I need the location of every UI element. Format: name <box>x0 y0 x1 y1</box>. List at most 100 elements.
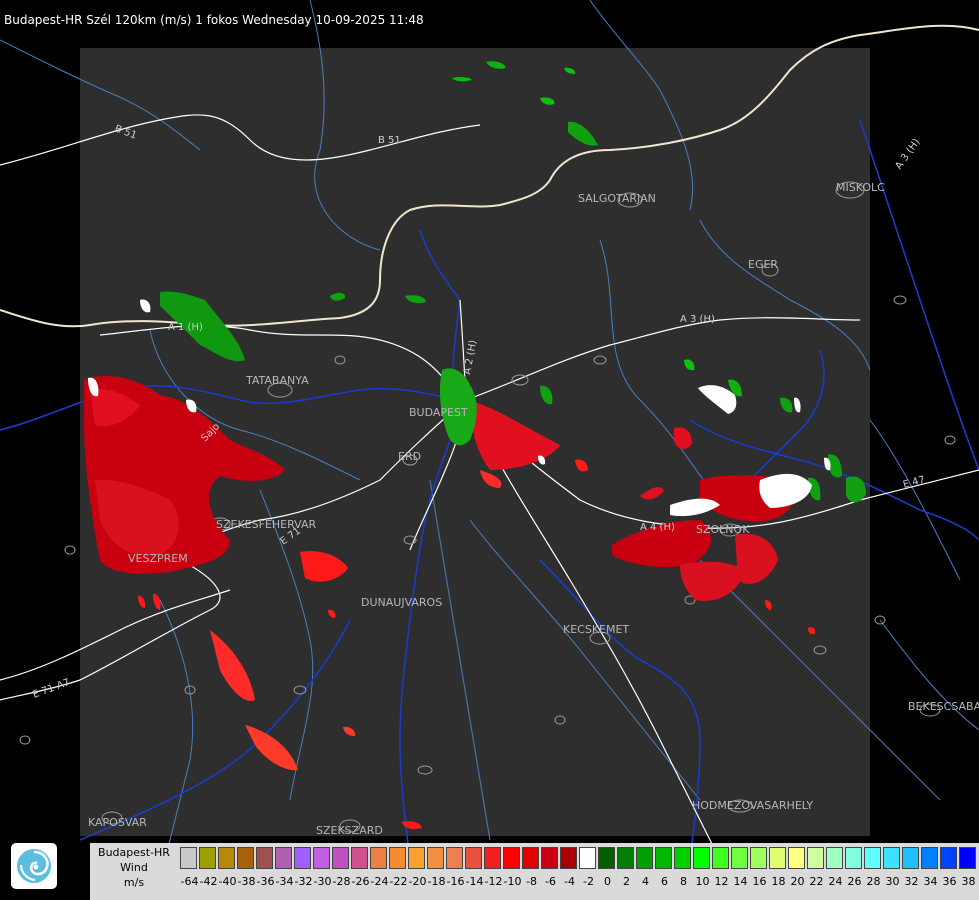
legend-swatch <box>180 847 197 869</box>
legend-swatch <box>351 847 368 869</box>
legend-tick-label: -64 <box>180 875 199 888</box>
legend-tick-label: -6 <box>545 875 556 888</box>
city-label: BUDAPEST <box>409 406 468 419</box>
road-label: A 3 (H) <box>680 314 715 325</box>
legend-swatch <box>275 847 292 869</box>
legend-swatch <box>579 847 596 869</box>
legend-swatch <box>237 847 254 869</box>
legend-tick-label: -18 <box>427 875 446 888</box>
legend-swatch <box>389 847 406 869</box>
legend-swatch <box>256 847 273 869</box>
legend-tick-label: -42 <box>199 875 218 888</box>
legend-swatch <box>446 847 463 869</box>
legend-tick-label: -10 <box>503 875 522 888</box>
legend-swatch <box>902 847 919 869</box>
city-label: SZOLNOK <box>696 523 750 536</box>
legend-tick-label: 26 <box>847 875 862 888</box>
legend-unit: m/s <box>123 876 145 889</box>
road-label: B 51 <box>378 135 401 146</box>
legend-swatch <box>921 847 938 869</box>
legend-swatch <box>883 847 900 869</box>
city-label: SALGOTARJAN <box>578 192 656 205</box>
legend-tick-label: 20 <box>790 875 805 888</box>
legend-swatch <box>674 847 691 869</box>
legend-tick-label: 34 <box>923 875 938 888</box>
legend-tick-label: 36 <box>942 875 957 888</box>
legend-tick-label: -32 <box>294 875 313 888</box>
road-label: A 4 (H) <box>640 522 675 533</box>
legend-tick-label: -26 <box>351 875 370 888</box>
legend-label: Budapest-HR Wind m/s <box>90 845 178 890</box>
legend-tick-label: 0 <box>604 875 611 888</box>
legend-tick-label: 8 <box>680 875 687 888</box>
legend-swatch <box>313 847 330 869</box>
legend-tick-label: 16 <box>752 875 767 888</box>
legend-tick-label: -30 <box>313 875 332 888</box>
road-label: A 1 (H) <box>168 322 203 333</box>
legend-tick-label: 32 <box>904 875 919 888</box>
legend-tick-label: -34 <box>275 875 294 888</box>
radar-map-view: SALGOTARJAN MISKOLC EGER TATABANYA BUDAP… <box>0 0 979 900</box>
legend-swatch <box>959 847 976 869</box>
legend-tick-label: -8 <box>526 875 537 888</box>
legend-swatches <box>180 847 978 869</box>
legend-swatch <box>807 847 824 869</box>
legend-source: Budapest-HR <box>98 846 170 859</box>
legend-tick-label: -14 <box>465 875 484 888</box>
city-label: SZEKESFEHERVAR <box>216 518 317 531</box>
legend-tick-label: -24 <box>370 875 389 888</box>
legend-tick-label: 38 <box>961 875 976 888</box>
legend-swatch <box>655 847 672 869</box>
legend-swatch <box>503 847 520 869</box>
legend-tick-label: -22 <box>389 875 408 888</box>
legend-swatch <box>465 847 482 869</box>
legend-tick-label: 28 <box>866 875 881 888</box>
legend-quantity: Wind <box>120 861 148 874</box>
legend-swatch <box>560 847 577 869</box>
city-label: SZEKSZARD <box>316 824 383 837</box>
legend-swatch <box>864 847 881 869</box>
city-label: HODMEZOVASARHELY <box>692 799 813 812</box>
road-label: E 47 <box>902 475 926 491</box>
legend-swatch <box>788 847 805 869</box>
radar-map: SALGOTARJAN MISKOLC EGER TATABANYA BUDAP… <box>0 0 979 881</box>
road-label: E 71-A7 <box>31 677 71 701</box>
legend-swatch <box>940 847 957 869</box>
city-label: DUNAUJVAROS <box>361 596 442 609</box>
city-label: ERD <box>398 450 421 463</box>
legend-tick-label: -38 <box>237 875 256 888</box>
city-label: MISKOLC <box>836 181 885 194</box>
legend-swatch <box>427 847 444 869</box>
map-title: Budapest-HR Szél 120km (m/s) 1 fokos Wed… <box>4 13 424 27</box>
legend-tick-label: 10 <box>695 875 710 888</box>
legend-tick-label: 18 <box>771 875 786 888</box>
legend-swatch <box>845 847 862 869</box>
legend-ticks: -64 -42 -40 -38 -36 -34 -32 -30 -28 -26 -24 -22 -20-… <box>180 875 979 888</box>
legend-tick-label: 2 <box>623 875 630 888</box>
city-label: EGER <box>748 258 778 271</box>
legend-swatch <box>541 847 558 869</box>
city-label: KECSKEMET <box>563 623 629 636</box>
legend-swatch <box>484 847 501 869</box>
legend-tick-label: 4 <box>642 875 649 888</box>
legend-swatch <box>598 847 615 869</box>
legend-tick-label: -20 <box>408 875 427 888</box>
legend-tick-label: 30 <box>885 875 900 888</box>
legend-tick-label: 24 <box>828 875 843 888</box>
legend-tick-label: -4 <box>564 875 575 888</box>
legend-tick-label: 12 <box>714 875 729 888</box>
legend-swatch <box>294 847 311 869</box>
legend-swatch <box>370 847 387 869</box>
legend-swatch <box>199 847 216 869</box>
legend-tick-label: 6 <box>661 875 668 888</box>
legend-swatch <box>408 847 425 869</box>
legend-tick-label: -12 <box>484 875 503 888</box>
legend-swatch <box>332 847 349 869</box>
legend-swatch <box>617 847 634 869</box>
legend-tick-label: -40 <box>218 875 237 888</box>
city-label: BEKESCSABA <box>908 700 979 713</box>
road-label: A 3 (H) <box>893 137 922 172</box>
swirl-logo-icon <box>17 849 51 883</box>
legend-swatch <box>712 847 729 869</box>
city-label: VESZPREM <box>128 552 188 565</box>
